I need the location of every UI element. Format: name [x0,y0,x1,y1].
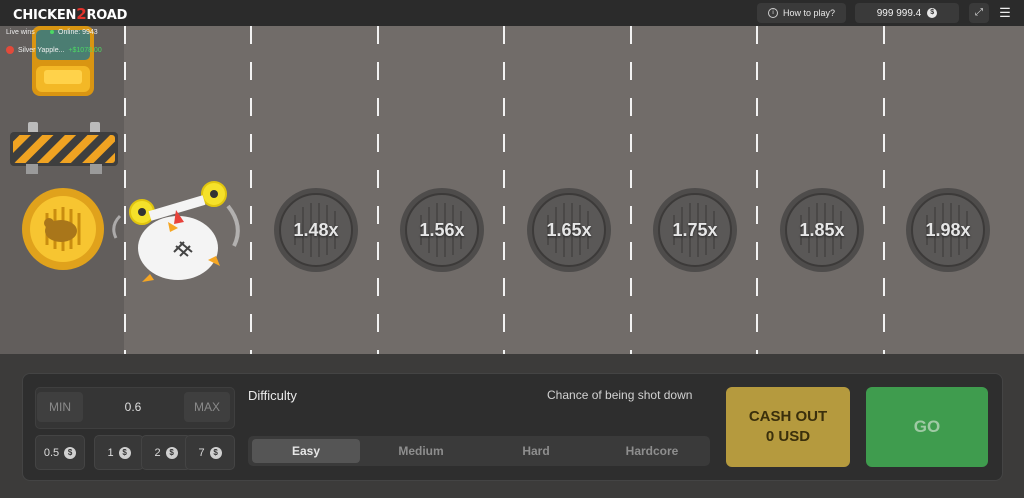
chance-label: Chance of being shot down [547,388,693,402]
game-logo: CHICKEN2ROAD [13,5,127,23]
chip-value: 0.5 [43,446,60,459]
info-icon: i [767,8,778,18]
cash-out-amount: 0 USD [765,428,811,445]
avatar [6,46,14,54]
manhole-multiplier[interactable]: 1.48x [273,187,359,273]
dollar-coin-icon: $ [118,446,131,459]
truck-icon [32,26,94,96]
lane-divider [503,26,505,354]
difficulty-tab-medium[interactable]: Medium [367,439,475,463]
lane-divider [630,26,632,354]
start-coin-icon [22,188,104,270]
lane-divider [883,26,885,354]
menu-button[interactable]: ☰ [995,4,1015,22]
manhole-multiplier[interactable]: 1.98x [905,187,991,273]
live-win-item: Silver Yapple... +$1078.00 [6,46,102,54]
quick-bet-chip[interactable]: 1 $ [94,435,144,470]
difficulty-tab-hard[interactable]: Hard [482,439,590,463]
quick-bet-chip[interactable]: 0.5 $ [35,435,85,470]
logo-text-two: 2 [76,5,87,23]
balance-value: 999 999.4 [876,7,922,19]
cash-out-button[interactable]: CASH OUT 0 USD [726,387,850,467]
logo-text-chicken: CHICKEN [13,8,77,23]
quick-bet-chip[interactable]: 7 $ [185,435,235,470]
dollar-coin-icon: $ [165,446,178,459]
live-win-user: Silver Yapple... [18,46,65,54]
barrier-icon [10,122,118,174]
multiplier-label: 1.98x [925,220,971,240]
multiplier-label: 1.85x [799,220,845,240]
manhole-multiplier[interactable]: 1.65x [526,187,612,273]
chip-value: 7 [198,446,205,459]
live-wins-label: Live wins [6,29,35,36]
hamburger-icon: ☰ [999,5,1011,20]
multiplier-label: 1.56x [419,220,465,240]
online-count-text: Online: 9943 [58,29,98,36]
manhole-multiplier[interactable]: 1.75x [652,187,738,273]
dollar-coin-icon: $ [209,446,222,459]
manhole-multiplier[interactable]: 1.56x [399,187,485,273]
bet-amount-input[interactable]: 0.6 [86,392,180,422]
multiplier-label: 1.65x [546,220,592,240]
multiplier-label: 1.75x [672,220,718,240]
lane-divider [377,26,379,354]
quick-bet-chip[interactable]: 2 $ [141,435,191,470]
cash-out-label: CASH OUT [748,408,828,425]
lane-divider [756,26,758,354]
difficulty-label: Difficulty [248,388,297,403]
chip-value: 1 [107,446,114,459]
fullscreen-icon: ⤢ [975,7,983,18]
dollar-coin-icon: $ [64,446,77,459]
how-to-play-button[interactable]: i How to play? [757,3,846,23]
balance-display: 999 999.4 $ [855,3,959,23]
max-bet-button[interactable]: MAX [184,392,230,422]
online-dot-icon [50,30,54,35]
dollar-coin-icon: $ [927,8,938,18]
live-win-amount: +$1078.00 [68,46,102,54]
difficulty-tab-easy[interactable]: Easy [252,439,360,463]
multiplier-label: 1.48x [293,220,339,240]
min-bet-button[interactable]: MIN [37,392,83,422]
go-button[interactable]: GO [866,387,988,467]
chicken-character [112,181,240,282]
chip-value: 2 [154,446,161,459]
how-to-play-label: How to play? [782,8,836,18]
difficulty-tab-hardcore[interactable]: Hardcore [597,439,707,463]
manhole-multiplier[interactable]: 1.85x [779,187,865,273]
online-count: Online: 9943 [50,29,98,36]
fullscreen-button[interactable]: ⤢ [969,3,989,23]
logo-text-road: ROAD [86,8,128,23]
